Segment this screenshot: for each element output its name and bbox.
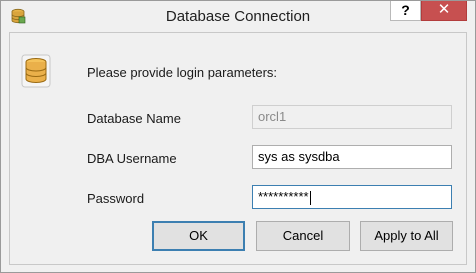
ok-button[interactable]: OK: [152, 221, 245, 251]
password-label: Password: [87, 191, 145, 206]
intro-text: Please provide login parameters:: [87, 65, 278, 80]
cancel-button[interactable]: Cancel: [256, 221, 350, 251]
password-value: **********: [258, 189, 309, 204]
help-button[interactable]: ?: [390, 1, 421, 21]
database-connection-dialog: Database Connection ? ✕ Please provide l…: [0, 0, 476, 273]
close-button[interactable]: ✕: [421, 1, 467, 21]
database-name-label: Database Name: [87, 111, 181, 126]
title-bar[interactable]: Database Connection ? ✕: [1, 1, 475, 32]
database-icon: [21, 54, 51, 88]
dba-username-field[interactable]: sys as sysdba: [252, 145, 452, 169]
apply-to-all-button[interactable]: Apply to All: [360, 221, 453, 251]
dialog-body: Please provide login parameters: Databas…: [9, 32, 467, 265]
dba-username-label: DBA Username: [87, 151, 177, 166]
text-caret: [309, 190, 311, 205]
password-field[interactable]: **********: [252, 185, 452, 209]
database-name-field: orcl1: [252, 105, 452, 129]
